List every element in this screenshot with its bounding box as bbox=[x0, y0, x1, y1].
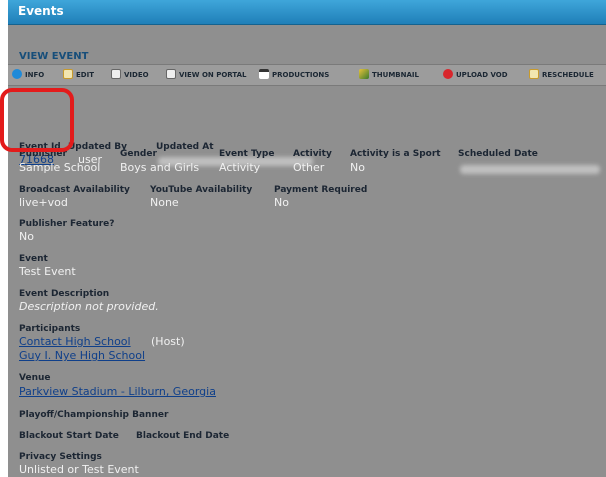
productions-icon bbox=[259, 69, 269, 79]
event-description-value: Description not provided. bbox=[19, 300, 159, 313]
payment-required-label: Payment Required bbox=[274, 185, 368, 195]
scheduled-date-value-redacted bbox=[460, 165, 600, 174]
activity-is-sport-label: Activity is a Sport bbox=[350, 149, 441, 159]
window-title: Events bbox=[18, 4, 64, 18]
blackout-start-label: Blackout Start Date bbox=[19, 431, 119, 441]
section-title: VIEW EVENT bbox=[19, 51, 89, 62]
toolbar: INFO EDIT VIDEO VIEW ON PORTAL PRODUCTIO… bbox=[8, 64, 606, 86]
event-type-value: Activity bbox=[219, 161, 261, 174]
tab-productions[interactable]: PRODUCTIONS bbox=[259, 69, 329, 82]
scheduled-date-label: Scheduled Date bbox=[458, 149, 538, 159]
updated-at-label: Updated At bbox=[156, 142, 214, 152]
info-icon bbox=[12, 69, 22, 79]
title-bar: Events bbox=[8, 0, 606, 25]
activity-value: Other bbox=[293, 161, 325, 174]
publisher-feature-value: No bbox=[19, 230, 34, 243]
tab-thumbnail[interactable]: THUMBNAIL bbox=[359, 69, 419, 82]
gender-value: Boys and Girls bbox=[120, 161, 200, 174]
privacy-settings-label: Privacy Settings bbox=[19, 452, 102, 462]
activity-label: Activity bbox=[293, 149, 332, 159]
publisher-value: Sample School bbox=[19, 161, 101, 174]
edit-icon bbox=[63, 69, 73, 79]
venue-link[interactable]: Parkview Stadium - Lilburn, Georgia bbox=[19, 385, 216, 398]
thumbnail-icon bbox=[359, 69, 369, 79]
upload-icon bbox=[443, 69, 453, 79]
updated-by-label: Updated By bbox=[68, 142, 127, 152]
participants-label: Participants bbox=[19, 324, 81, 334]
events-window: Events VIEW EVENT INFO EDIT VIDEO VIEW O… bbox=[8, 0, 606, 477]
event-label: Event bbox=[19, 254, 48, 264]
youtube-availability-label: YouTube Availability bbox=[150, 185, 253, 195]
venue-label: Venue bbox=[19, 373, 51, 383]
tab-info[interactable]: INFO bbox=[12, 69, 44, 82]
tab-video[interactable]: VIDEO bbox=[111, 69, 149, 82]
video-icon bbox=[111, 69, 121, 79]
tab-view-on-portal[interactable]: VIEW ON PORTAL bbox=[166, 69, 246, 82]
tab-edit[interactable]: EDIT bbox=[63, 69, 94, 82]
participant-link-2[interactable]: Guy I. Nye High School bbox=[19, 349, 145, 362]
playoff-banner-label: Playoff/Championship Banner bbox=[19, 410, 169, 420]
payment-required-value: No bbox=[274, 196, 289, 209]
event-id-highlight bbox=[0, 88, 74, 152]
broadcast-availability-label: Broadcast Availability bbox=[19, 185, 130, 195]
publisher-feature-label: Publisher Feature? bbox=[19, 219, 115, 229]
blackout-end-label: Blackout End Date bbox=[136, 431, 230, 441]
activity-is-sport-value: No bbox=[350, 161, 365, 174]
event-description-label: Event Description bbox=[19, 289, 110, 299]
event-value: Test Event bbox=[19, 265, 76, 278]
privacy-settings-value: Unlisted or Test Event bbox=[19, 463, 139, 476]
participant-link-host[interactable]: Contact High School bbox=[19, 335, 131, 348]
youtube-availability-value: None bbox=[150, 196, 179, 209]
broadcast-availability-value: live+vod bbox=[19, 196, 68, 209]
tab-upload-vod[interactable]: UPLOAD VOD bbox=[443, 69, 508, 82]
gender-label: Gender bbox=[120, 149, 157, 159]
participant-host-suffix: (Host) bbox=[151, 335, 185, 348]
reschedule-icon bbox=[529, 69, 539, 79]
tab-reschedule[interactable]: RESCHEDULE bbox=[529, 69, 594, 82]
event-type-label: Event Type bbox=[219, 149, 275, 159]
portal-icon bbox=[166, 69, 176, 79]
